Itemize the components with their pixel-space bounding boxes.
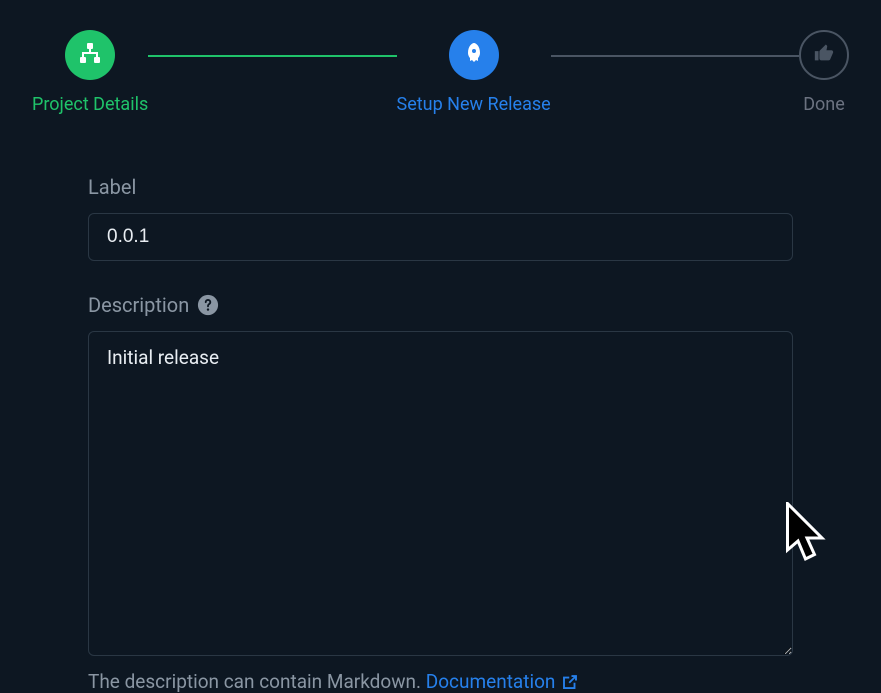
doc-link-text: Documentation <box>426 670 556 693</box>
step-setup-release[interactable]: Setup New Release <box>397 30 551 115</box>
label-text: Label <box>88 175 136 199</box>
step-done[interactable]: Done <box>799 30 849 115</box>
description-textarea[interactable] <box>88 331 793 656</box>
step-label: Done <box>803 94 845 115</box>
description-field-label: Description <box>88 293 793 317</box>
label-field-group: Label <box>88 175 793 261</box>
done-circle <box>799 30 849 80</box>
step-label: Project Details <box>32 94 148 115</box>
rocket-icon <box>462 41 486 69</box>
step-label: Setup New Release <box>397 94 551 115</box>
hint-prefix-text: The description can contain Markdown. <box>88 670 426 693</box>
stepper-connector <box>148 55 396 57</box>
documentation-link[interactable]: Documentation <box>426 670 580 693</box>
description-label-text: Description <box>88 293 189 317</box>
progress-stepper: Project Details Setup New Release Done <box>0 0 881 115</box>
setup-release-circle <box>449 30 499 80</box>
help-icon[interactable] <box>197 294 219 316</box>
description-hint: The description can contain Markdown. Do… <box>88 670 793 693</box>
stepper-connector <box>551 55 799 57</box>
thumbs-up-icon <box>813 42 835 68</box>
label-field-label: Label <box>88 175 793 199</box>
release-form: Label Description The description can co… <box>0 115 881 693</box>
label-input[interactable] <box>88 213 793 261</box>
external-link-icon <box>561 673 579 691</box>
step-project-details[interactable]: Project Details <box>32 30 148 115</box>
sitemap-icon <box>78 41 102 69</box>
project-details-circle <box>65 30 115 80</box>
description-field-group: Description The description can contain … <box>88 293 793 693</box>
